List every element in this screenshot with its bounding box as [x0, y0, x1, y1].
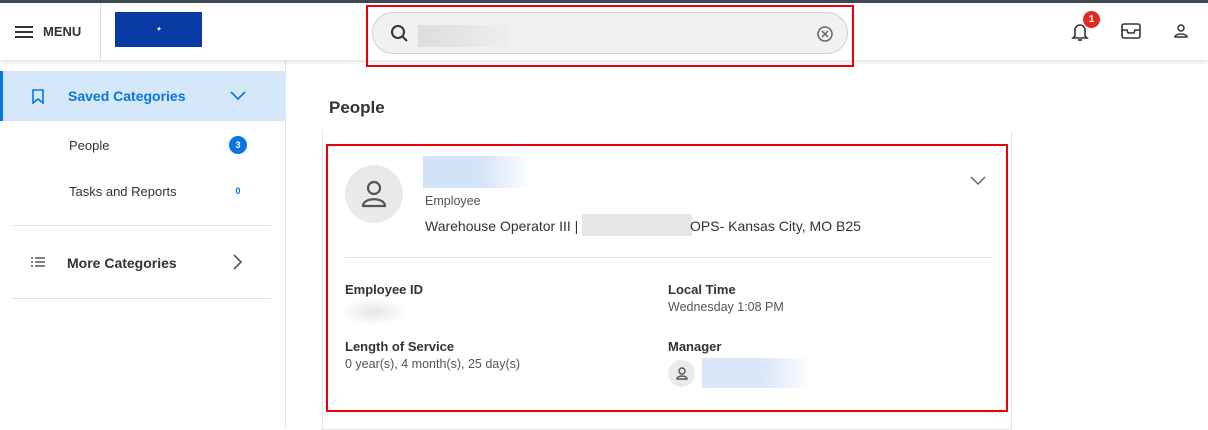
chevron-down-icon[interactable] — [970, 176, 986, 186]
divider — [12, 225, 271, 226]
divider — [100, 3, 101, 60]
search-value-redacted — [418, 25, 510, 47]
avatar[interactable] — [345, 165, 403, 223]
profile-icon[interactable] — [1174, 24, 1188, 38]
employee-name-link[interactable] — [423, 156, 533, 188]
header: MENU ✦ 1 — [0, 3, 1208, 67]
notification-badge: 1 — [1083, 11, 1100, 28]
bookmark-icon — [32, 88, 44, 104]
search-highlight — [366, 5, 854, 67]
page-title: People — [329, 98, 385, 117]
employee-id-redacted — [338, 298, 408, 326]
search-input[interactable] — [372, 12, 848, 54]
menu-button[interactable]: MENU — [15, 3, 81, 60]
manager-name-link[interactable] — [702, 358, 812, 388]
worker-type: Employee — [425, 194, 481, 208]
person-card: Employee Warehouse Operator III | OPS- K… — [326, 144, 1008, 412]
sidebar-item-people[interactable]: People — [69, 138, 109, 153]
length-of-service-label: Length of Service — [345, 339, 455, 354]
chevron-down-icon — [230, 91, 246, 101]
person-icon — [675, 367, 688, 380]
hamburger-icon — [15, 25, 33, 38]
position-prefix: Warehouse Operator III | — [425, 218, 579, 234]
sidebar: Saved Categories People 3 Tasks and Repo… — [0, 60, 286, 427]
redacted-text — [582, 214, 692, 236]
saved-categories-label: Saved Categories — [68, 88, 186, 104]
clear-search-icon[interactable] — [816, 25, 834, 43]
chevron-right-icon — [233, 254, 243, 270]
manager-avatar[interactable] — [668, 360, 695, 387]
person-icon — [361, 180, 387, 208]
divider — [345, 257, 992, 258]
company-logo[interactable]: ✦ — [115, 12, 202, 47]
length-of-service-value: 0 year(s), 4 month(s), 25 day(s) — [345, 357, 521, 371]
local-time-label: Local Time — [668, 282, 736, 297]
position-suffix: OPS- Kansas City, MO B25 — [690, 218, 861, 234]
more-categories-toggle[interactable]: More Categories — [67, 255, 177, 271]
search-icon — [391, 25, 408, 42]
people-count-badge: 3 — [229, 136, 247, 154]
divider — [12, 298, 271, 299]
local-time-value: Wednesday 1:08 PM — [668, 300, 784, 314]
saved-categories-toggle[interactable]: Saved Categories — [0, 71, 286, 121]
sidebar-item-tasks-and-reports[interactable]: Tasks and Reports — [69, 184, 177, 199]
inbox-icon[interactable] — [1121, 23, 1141, 39]
tasks-count-badge: 0 — [235, 186, 241, 196]
list-icon — [31, 257, 45, 267]
menu-label: MENU — [43, 24, 82, 39]
manager-label: Manager — [668, 339, 722, 354]
employee-id-label: Employee ID — [345, 282, 424, 297]
